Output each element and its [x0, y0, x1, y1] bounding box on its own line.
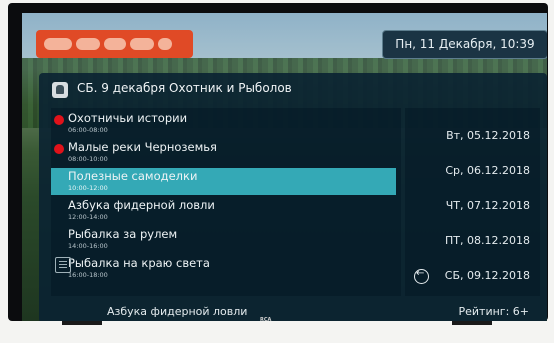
logo-shape: [104, 38, 126, 50]
rating-label: Рейтинг: 6+: [458, 305, 530, 318]
program-title: Рыбалка на краю света: [68, 256, 210, 270]
date-item[interactable]: Вт, 05.12.2018: [446, 129, 530, 142]
program-title: Полезные самоделки: [68, 169, 198, 183]
epg-panel: СБ. 9 декабря Охотник и Рыболов Охотничь…: [39, 73, 547, 321]
date-list: Вт, 05.12.2018 Ср, 06.12.2018 ЧТ, 07.12.…: [405, 108, 540, 296]
record-dot-icon: [54, 144, 64, 154]
tv-stand-left: [62, 321, 102, 325]
date-item[interactable]: Ср, 06.12.2018: [445, 164, 530, 177]
record-dot-icon: [54, 115, 64, 125]
program-item[interactable]: Рыбалка за рулем 14:00-16:00: [51, 226, 396, 253]
channel-logo-icon: [52, 82, 68, 98]
program-title: Охотничьи истории: [68, 111, 188, 125]
back-arrow-icon[interactable]: [414, 268, 429, 284]
date-item[interactable]: ПТ, 08.12.2018: [445, 234, 530, 247]
program-time: 14:00-16:00: [68, 242, 108, 250]
program-time: 12:00-14:00: [68, 213, 108, 221]
epg-header: СБ. 9 декабря Охотник и Рыболов: [77, 81, 292, 95]
tv-frame: Пн, 11 Декабря, 10:39 СБ. 9 декабря Охот…: [8, 3, 548, 321]
program-title: Малые реки Черноземья: [68, 140, 217, 154]
logo-shape: [76, 38, 100, 50]
program-title: Азбука фидерной ловли: [68, 198, 215, 212]
tv-screen: Пн, 11 Декабря, 10:39 СБ. 9 декабря Охот…: [22, 13, 547, 321]
program-item[interactable]: Охотничьи истории 06:00-08:00: [51, 110, 396, 137]
footer-program-title: Азбука фидерной ловли: [107, 305, 248, 318]
date-item-current[interactable]: СБ, 09.12.2018: [445, 269, 530, 282]
tv-stand-right: [452, 321, 492, 325]
program-item[interactable]: Рыбалка на краю света 16:00-18:00: [51, 255, 396, 282]
logo-shape: [44, 38, 72, 50]
program-list: Охотничьи истории 06:00-08:00 Малые реки…: [51, 108, 401, 296]
program-item-selected[interactable]: Полезные самоделки 10:00-12:00: [51, 168, 396, 195]
program-time: 16:00-18:00: [68, 271, 108, 279]
program-title: Рыбалка за рулем: [68, 227, 178, 241]
date-item[interactable]: ЧТ, 07.12.2018: [446, 199, 530, 212]
program-item[interactable]: Азбука фидерной ловли 12:00-14:00: [51, 197, 396, 224]
tv-brand-logo: RCA: [260, 317, 272, 323]
list-icon[interactable]: [55, 257, 71, 273]
movix-logo: [36, 30, 193, 58]
logo-shape: [158, 38, 172, 50]
program-time: 08:00-10:00: [68, 155, 108, 163]
datetime-display: Пн, 11 Декабря, 10:39: [382, 30, 547, 59]
logo-shape: [130, 38, 154, 50]
program-time: 06:00-08:00: [68, 126, 108, 134]
program-item[interactable]: Малые реки Черноземья 08:00-10:00: [51, 139, 396, 166]
program-time: 10:00-12:00: [68, 184, 108, 192]
